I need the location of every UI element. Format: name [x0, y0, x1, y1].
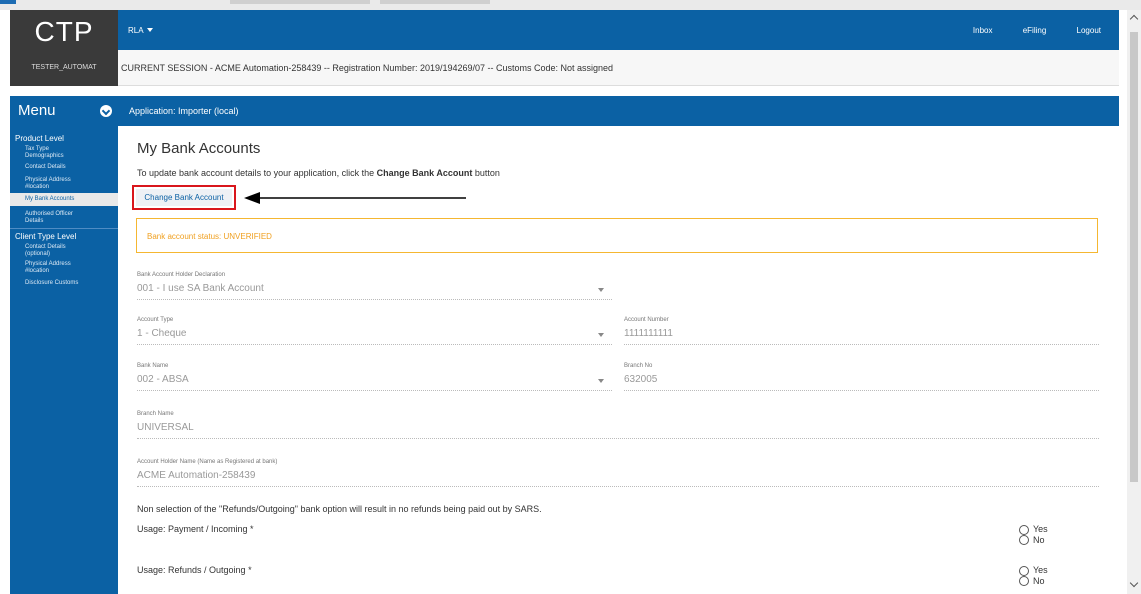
sidebar-divider [10, 228, 118, 229]
sidebar-item-contact-details-optional[interactable]: Contact Details (optional) [25, 244, 85, 258]
branch-name-field[interactable]: Branch Name UNIVERSAL [137, 411, 1099, 439]
holder-declaration-value: 001 - I use SA Bank Account [137, 283, 264, 294]
bank-name-value: 002 - ABSA [137, 374, 189, 385]
menu-title: Menu [18, 102, 56, 119]
pointer-arrow-icon [244, 192, 466, 204]
rla-dropdown[interactable]: RLA [128, 26, 153, 35]
chevron-down-icon [598, 379, 604, 383]
sidebar-item-my-bank-accounts[interactable]: My Bank Accounts [10, 193, 118, 206]
page-scrollbar[interactable] [1127, 10, 1141, 594]
sidebar: Product Level Tax Type Demographics Cont… [10, 126, 118, 594]
menu-collapse-icon[interactable] [100, 105, 112, 117]
holder-declaration-label: Bank Account Holder Declaration [137, 272, 226, 278]
main-content: My Bank Accounts To update bank account … [118, 126, 1119, 594]
chevron-down-icon [598, 288, 604, 292]
rla-label: RLA [128, 26, 144, 35]
bank-name-label: Bank Name [137, 363, 169, 369]
nav-link-inbox[interactable]: Inbox [973, 26, 993, 35]
usage-refunds-yes-radio[interactable] [1019, 566, 1029, 576]
usage-payment-no-radio[interactable] [1019, 535, 1029, 545]
scrollbar-thumb[interactable] [1130, 32, 1138, 482]
scroll-down-icon[interactable] [1129, 578, 1139, 588]
account-type-select[interactable]: Account Type 1 - Cheque [137, 317, 612, 345]
nav-links: Inbox eFiling Logout [945, 26, 1101, 35]
usage-refunds-no-radio[interactable] [1019, 576, 1029, 586]
intro-text-pre: To update bank account details to your a… [137, 168, 377, 178]
holder-declaration-select[interactable]: Bank Account Holder Declaration 001 - I … [137, 272, 612, 300]
sidebar-item-physical-address[interactable]: Physical Address #location [25, 177, 90, 191]
sidebar-item-authorised-officer[interactable]: Authorised Officer Details [25, 211, 85, 225]
top-navbar: RLA Inbox eFiling Logout [118, 10, 1119, 50]
intro-text-post: button [472, 168, 500, 178]
logo-text: CTP [34, 16, 94, 47]
sidebar-section-product-level: Product Level [15, 134, 64, 143]
usage-refunds-no-label: No [1033, 576, 1045, 586]
sidebar-section-client-type-level: Client Type Level [15, 232, 77, 241]
usage-payment-radio-group: Yes No [1019, 524, 1059, 548]
sidebar-item-physical-address-client[interactable]: Physical Address #location [25, 261, 90, 275]
scroll-up-icon[interactable] [1129, 14, 1139, 24]
usage-refunds-label: Usage: Refunds / Outgoing * [137, 565, 252, 575]
usage-refunds-yes-label: Yes [1033, 565, 1048, 575]
usage-refunds-radio-group: Yes No [1019, 565, 1059, 594]
branch-no-field[interactable]: Branch No 632005 [624, 363, 1099, 391]
account-number-field[interactable]: Account Number 1111111111 [624, 317, 1099, 345]
change-bank-account-highlight: Change Bank Account [132, 185, 236, 210]
menu-header: Menu [10, 96, 118, 126]
branch-no-value: 632005 [624, 374, 658, 385]
refunds-note: Non selection of the "Refunds/Outgoing" … [137, 504, 542, 514]
chevron-down-icon [598, 333, 604, 337]
session-text: CURRENT SESSION - ACME Automation-258439… [121, 63, 614, 73]
usage-payment-no-label: No [1033, 535, 1045, 545]
intro-text: To update bank account details to your a… [137, 168, 500, 178]
branch-name-value: UNIVERSAL [137, 422, 194, 433]
sidebar-item-disclosure-customs[interactable]: Disclosure Customs [25, 280, 78, 287]
branch-no-label: Branch No [624, 363, 653, 369]
caret-down-icon [146, 28, 153, 32]
account-number-label: Account Number [624, 317, 669, 323]
bank-name-select[interactable]: Bank Name 002 - ABSA [137, 363, 612, 391]
sidebar-item-contact-details[interactable]: Contact Details [25, 164, 66, 171]
holder-name-label: Account Holder Name (Name as Registered … [137, 459, 278, 465]
holder-name-field[interactable]: Account Holder Name (Name as Registered … [137, 459, 1099, 487]
app-logo[interactable]: CTP TESTER_AUTOMAT [10, 10, 118, 86]
usage-payment-yes-radio[interactable] [1019, 525, 1029, 535]
account-type-label: Account Type [137, 317, 174, 323]
bank-status-text: Bank account status: UNVERIFIED [147, 232, 272, 241]
session-bar: CURRENT SESSION - ACME Automation-258439… [118, 50, 1119, 86]
nav-link-logout[interactable]: Logout [1077, 26, 1101, 35]
username-label: TESTER_AUTOMAT [31, 64, 97, 71]
browser-tab-strip [0, 0, 1141, 10]
holder-name-value: ACME Automation-258439 [137, 470, 256, 481]
intro-text-bold: Change Bank Account [376, 168, 473, 178]
usage-payment-label: Usage: Payment / Incoming * [137, 524, 254, 534]
page-title: My Bank Accounts [137, 140, 261, 157]
sidebar-item-tax-type-demographics[interactable]: Tax Type Demographics [25, 146, 85, 160]
branch-name-label: Branch Name [137, 411, 174, 417]
bank-status-alert: Bank account status: UNVERIFIED [136, 218, 1098, 253]
change-bank-account-button[interactable]: Change Bank Account [136, 189, 232, 206]
usage-payment-yes-label: Yes [1033, 524, 1048, 534]
application-title: Application: Importer (local) [129, 106, 239, 116]
nav-link-efiling[interactable]: eFiling [1023, 26, 1047, 35]
account-type-value: 1 - Cheque [137, 328, 187, 339]
account-number-value: 1111111111 [624, 328, 673, 339]
application-bar: Application: Importer (local) [118, 96, 1119, 126]
